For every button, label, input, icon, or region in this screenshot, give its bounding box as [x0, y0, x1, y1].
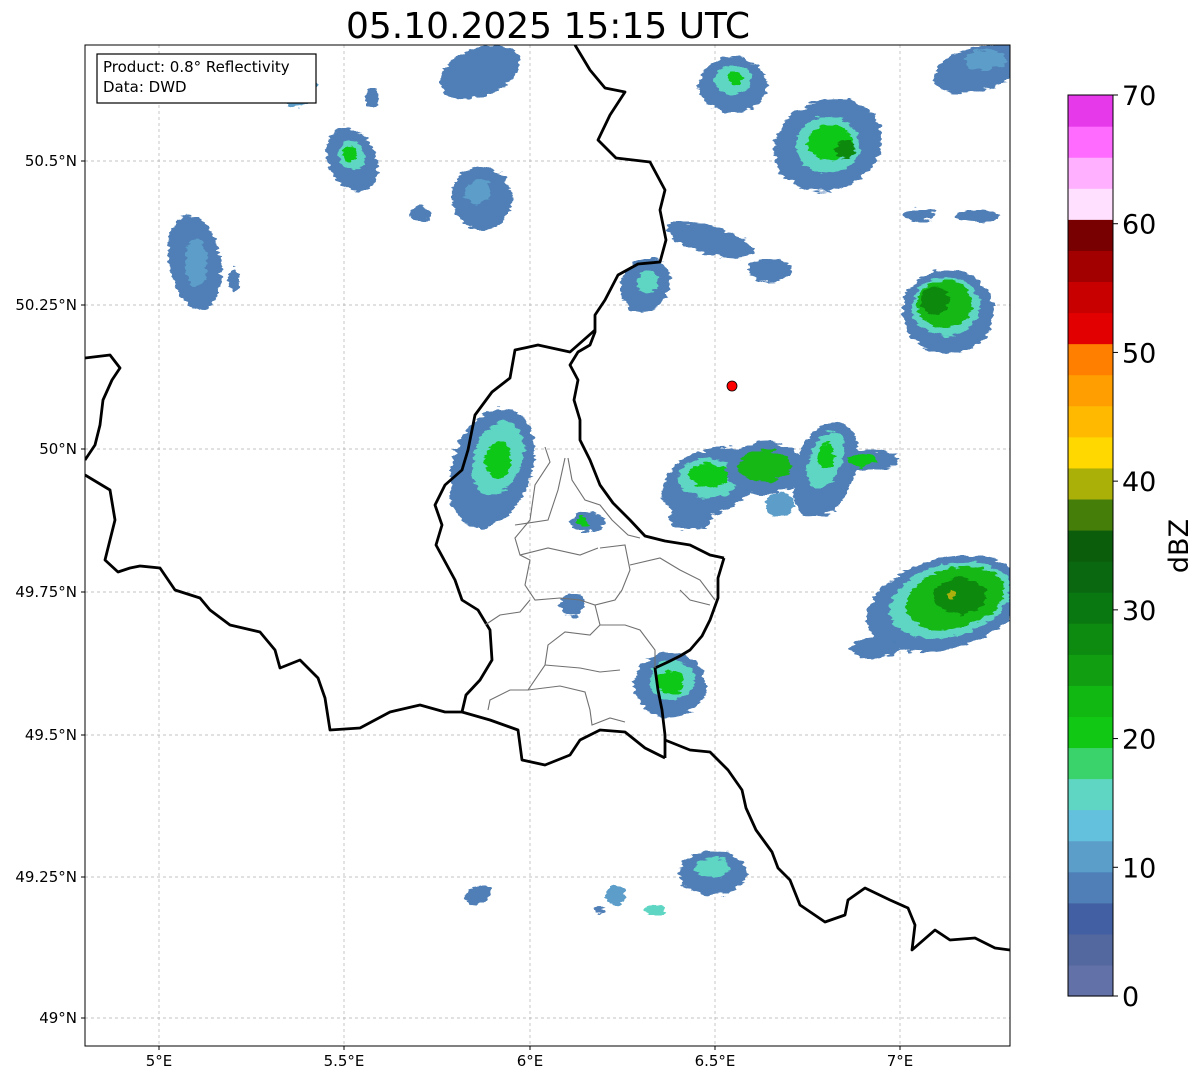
- y-tick-label: 50.25°N: [15, 296, 77, 314]
- colorbar-block: [1068, 592, 1113, 624]
- colorbar-tick-label: 40: [1122, 467, 1156, 498]
- colorbar-ticks: 0 10 20 30 40 50 60 70: [1113, 81, 1156, 1013]
- colorbar-tick-label: 70: [1122, 81, 1156, 112]
- colorbar-block: [1068, 281, 1113, 314]
- y-axis: 50.5°N 50.25°N 50°N 49.75°N 49.5°N 49.25…: [15, 152, 85, 1027]
- x-tick-label: 6.5°E: [695, 1052, 736, 1070]
- y-tick-label: 49.5°N: [25, 726, 77, 744]
- colorbar-block: [1068, 188, 1113, 220]
- colorbar-tick-label: 20: [1122, 725, 1156, 756]
- echo-cell-7-1e: [902, 270, 994, 354]
- colorbar-label: dBZ: [1164, 519, 1195, 573]
- y-tick-label: 49.75°N: [15, 583, 77, 601]
- colorbar-block: [1068, 840, 1113, 873]
- colorbar-block: [1068, 498, 1113, 531]
- colorbar-block: [1068, 405, 1113, 438]
- colorbar-block: [1068, 374, 1113, 407]
- radar-map-figure: 05.10.2025 15:15 UTC Product: 0.8° Refle…: [15, 6, 1195, 1070]
- colorbar-block: [1068, 685, 1113, 717]
- x-tick-label: 6°E: [517, 1052, 544, 1070]
- colorbar-tick-label: 60: [1122, 210, 1156, 241]
- colorbar-tick-label: 30: [1122, 596, 1156, 627]
- colorbar-block: [1068, 871, 1113, 904]
- info-box: Product: 0.8° Reflectivity Data: DWD: [96, 53, 317, 104]
- colorbar-tick-label: 50: [1122, 338, 1156, 369]
- y-tick-label: 49.25°N: [15, 868, 77, 886]
- y-tick-label: 50°N: [39, 440, 77, 458]
- colorbar-tick-label: 10: [1122, 853, 1156, 884]
- colorbar-block: [1068, 219, 1113, 251]
- info-data-text: Data: DWD: [103, 78, 187, 96]
- colorbar-block: [1068, 654, 1113, 686]
- colorbar-block: [1068, 312, 1113, 345]
- colorbar-block: [1068, 809, 1113, 842]
- colorbar-blocks: [1068, 95, 1113, 997]
- colorbar-block: [1068, 747, 1113, 780]
- colorbar-block: [1068, 343, 1113, 376]
- map-title: 05.10.2025 15:15 UTC: [346, 6, 750, 47]
- colorbar: 0 10 20 30 40 50 60 70 dBZ: [1067, 81, 1195, 1013]
- colorbar-block: [1068, 933, 1113, 966]
- colorbar-block: [1068, 561, 1113, 593]
- colorbar-block: [1068, 157, 1113, 189]
- colorbar-block: [1068, 623, 1113, 655]
- colorbar-block: [1068, 126, 1113, 158]
- x-tick-label: 5.5°E: [324, 1052, 365, 1070]
- colorbar-block: [1068, 436, 1113, 469]
- x-axis: 5°E 5.5°E 6°E 6.5°E 7°E: [146, 1046, 914, 1070]
- colorbar-block: [1068, 467, 1113, 500]
- plot-area: Product: 0.8° Reflectivity Data: DWD: [84, 44, 1011, 1047]
- colorbar-block: [1068, 529, 1113, 562]
- colorbar-block: [1068, 716, 1113, 749]
- radar-site-marker: [726, 380, 738, 392]
- info-product-text: Product: 0.8° Reflectivity: [103, 58, 290, 76]
- colorbar-block: [1068, 250, 1113, 283]
- y-tick-label: 49°N: [39, 1009, 77, 1027]
- colorbar-block: [1068, 95, 1113, 127]
- colorbar-block: [1068, 964, 1113, 997]
- colorbar-block: [1068, 902, 1113, 935]
- echo-cell-6-6e-north: [699, 57, 767, 113]
- x-tick-label: 5°E: [146, 1052, 173, 1070]
- colorbar-tick-label: 0: [1122, 982, 1139, 1013]
- x-tick-label: 7°E: [887, 1052, 914, 1070]
- y-tick-label: 50.5°N: [25, 152, 77, 170]
- colorbar-block: [1068, 778, 1113, 811]
